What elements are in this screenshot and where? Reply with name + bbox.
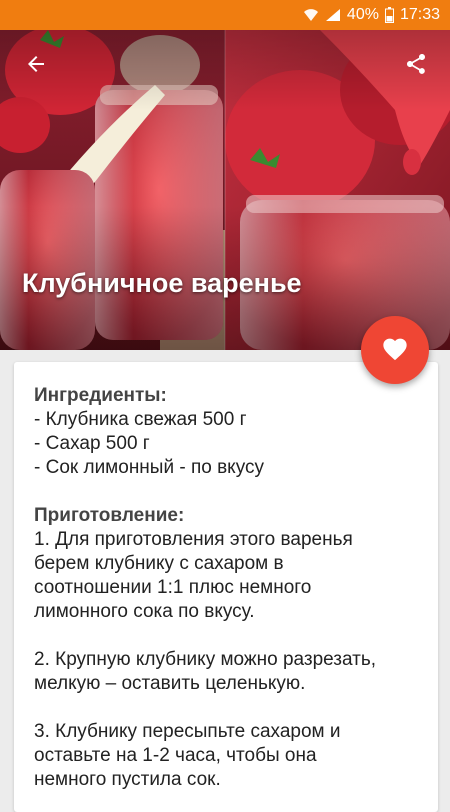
arrow-back-icon — [24, 52, 48, 81]
share-icon — [404, 52, 428, 81]
heart-icon — [381, 335, 409, 366]
preparation-heading: Приготовление: — [34, 505, 185, 526]
back-button[interactable] — [18, 48, 54, 84]
step-line: лимонного сока по вкусу. — [34, 601, 255, 622]
step-line: 2. Крупную клубнику можно разрезать, — [34, 649, 377, 670]
hero-shade — [0, 30, 450, 350]
ingredient-item: - Сок лимонный - по вкусу — [34, 457, 264, 478]
favorite-button[interactable] — [361, 316, 429, 384]
ingredient-item: - Сахар 500 г — [34, 433, 150, 454]
step-line: оставьте на 1-2 часа, чтобы она — [34, 745, 317, 766]
signal-icon — [325, 8, 341, 22]
hero-image: Клубничное варенье — [0, 30, 450, 350]
share-button[interactable] — [398, 48, 434, 84]
step-line: берем клубнику с сахаром в — [34, 553, 284, 574]
recipe-title: Клубничное варенье — [22, 268, 302, 298]
step-line: соотношении 1:1 плюс немного — [34, 577, 312, 598]
status-bar: 40% 17:33 — [0, 0, 450, 30]
ingredient-item: - Клубника свежая 500 г — [34, 409, 247, 430]
step-line: 1. Для приготовления этого варенья — [34, 529, 353, 550]
step-line: 3. Клубнику пересыпьте сахаром и — [34, 721, 341, 742]
battery-icon — [384, 7, 394, 23]
ingredients-heading: Ингредиенты: — [34, 385, 167, 406]
clock: 17:33 — [399, 6, 440, 23]
battery-level: 40% — [346, 6, 379, 23]
wifi-icon — [303, 8, 319, 22]
step-line: мелкую – оставить целенькую. — [34, 673, 306, 694]
step-line: немного пустила сок. — [34, 769, 221, 790]
recipe-card: Ингредиенты: - Клубника свежая 500 г - С… — [14, 362, 438, 812]
